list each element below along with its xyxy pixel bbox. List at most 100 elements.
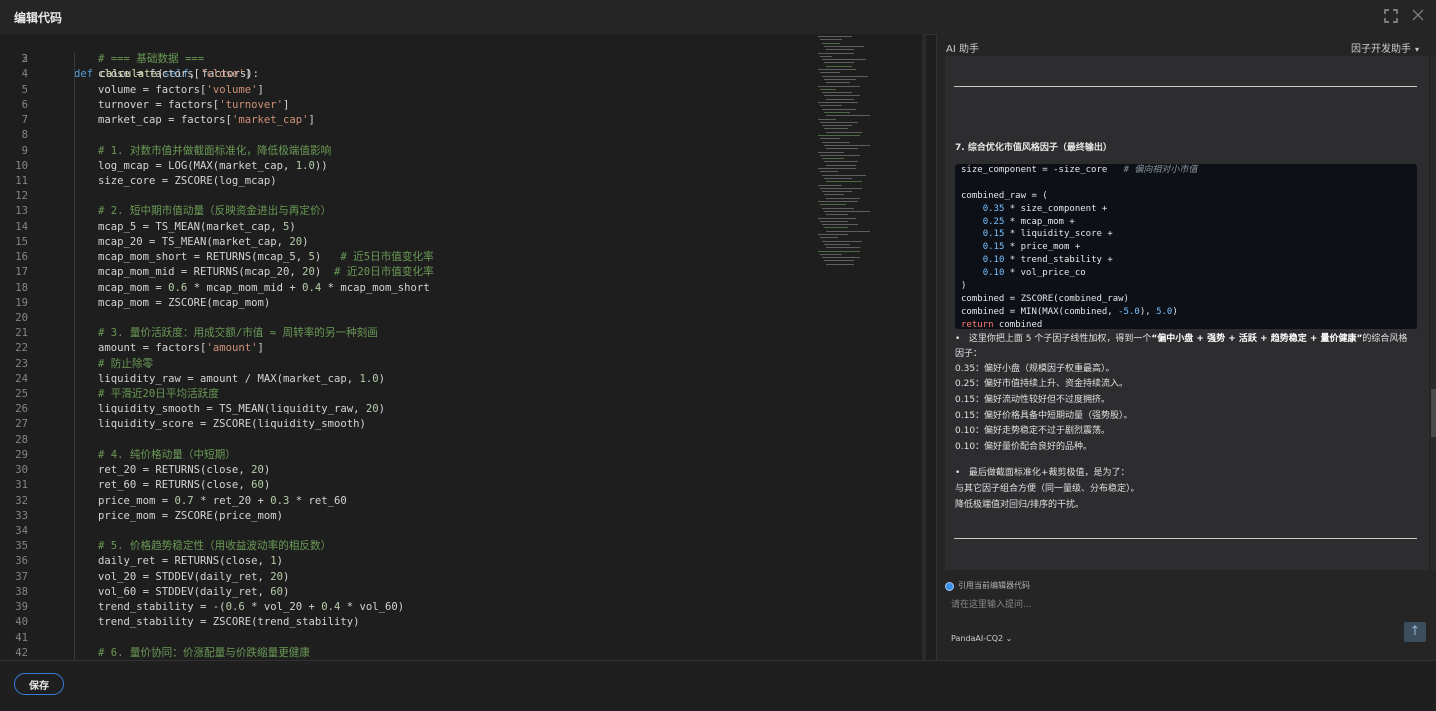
- code-token: vol_60 = STDDEV(daily_ret,: [98, 585, 271, 598]
- reference-toggle[interactable]: [945, 582, 954, 591]
- chat-messages[interactable]: 7. 综合优化市值风格因子（最终输出） size_component = -si…: [945, 56, 1429, 570]
- code-minimap[interactable]: [812, 34, 922, 265]
- reason-item: 与其它因子组合方便（同一量级、分布稳定）。: [955, 484, 1140, 494]
- code-editor[interactable]: 2 def calculate(self, factors): 3 # === 基…: [0, 34, 926, 660]
- code-line: 24 liquidity_raw = amount / MAX(market_ca…: [0, 371, 810, 388]
- code-token: mcap_mom_short = RETURNS(mcap_5,: [98, 251, 309, 264]
- code-line: 8: [0, 128, 810, 144]
- minimap-line: [818, 234, 848, 235]
- minimap-line: [826, 247, 860, 249]
- indent-guide: [74, 52, 75, 68]
- code-token: * mcap_mom +: [1004, 216, 1075, 227]
- code-token: ): [282, 585, 290, 598]
- code-line: 3 # === 基础数据 ===: [0, 52, 810, 68]
- chat-input[interactable]: [949, 596, 1393, 614]
- indent-guide: [74, 371, 75, 388]
- line-number: 42: [15, 646, 28, 659]
- line-number: 18: [15, 281, 28, 294]
- code-line: 29 # 4. 纯价格动量（中短期）: [0, 447, 810, 464]
- code-token: # 2. 短中期市值动量（反映资金进出与再定价）: [98, 205, 332, 218]
- indent-guide: [74, 67, 75, 83]
- line-number: 39: [15, 601, 28, 614]
- code-token: 'close': [200, 68, 245, 81]
- code-token: ): [1172, 306, 1178, 317]
- code-token: turnover = factors[: [98, 98, 220, 111]
- close-icon[interactable]: [1412, 9, 1424, 24]
- code-token: ret_20 = RETURNS(close,: [98, 464, 252, 477]
- code-token: price_mom =: [98, 494, 175, 507]
- minimap-line: [820, 105, 842, 107]
- minimap-line: [826, 148, 858, 150]
- code-token: * liquidity_score +: [1004, 229, 1113, 240]
- minimap-line: [826, 197, 860, 199]
- code-text: price_mom = 0.7 * ret_20 + 0.3 * ret_60: [98, 494, 347, 509]
- code-token: 0.10: [982, 255, 1005, 266]
- code-token: * price_mom +: [1004, 242, 1081, 253]
- code-token: ]: [257, 342, 264, 355]
- minimap-line: [824, 260, 854, 262]
- indent-guide: [74, 493, 75, 509]
- minimap-line: [826, 65, 852, 67]
- save-button[interactable]: 保存: [14, 673, 64, 695]
- code-line: 13 # 2. 短中期市值动量（反映资金进出与再定价）: [0, 204, 810, 220]
- code-text: log_mcap = LOG(MAX(market_cap, 1.0)): [98, 159, 328, 174]
- code-block-line: 0.15 * price_mom +: [955, 241, 1417, 254]
- indent-guide: [74, 432, 75, 448]
- assistant-mode-select[interactable]: 因子开发助手 ▾: [1351, 40, 1419, 55]
- chat-scrollbar-thumb[interactable]: [1431, 389, 1436, 437]
- code-line: 36 daily_ret = RETURNS(close, 1): [0, 554, 810, 570]
- code-token: close = factors[: [98, 68, 201, 81]
- minimap-line: [826, 214, 848, 216]
- code-token: combined_raw = (: [961, 190, 1048, 201]
- code-text: # 6. 量价协同：价涨配量与价跌缩量更健康: [98, 646, 310, 660]
- chat-input-area: 引用当前编辑器代码 PandaAI-CQ2 ⌄ ↑: [937, 570, 1436, 660]
- send-button[interactable]: ↑: [1404, 622, 1426, 642]
- code-line: 21 # 3. 量价活跃度：用成交额/市值 ≈ 周转率的另一种刻画: [0, 326, 810, 342]
- code-line: 11 size_core = ZSCORE(log_mcap): [0, 173, 810, 190]
- code-token: * size_component +: [1004, 203, 1108, 214]
- indent-guide: [74, 326, 75, 342]
- model-select[interactable]: PandaAI-CQ2 ⌄: [951, 634, 1012, 643]
- indent-guide: [74, 234, 75, 251]
- divider: [954, 538, 1417, 539]
- minimap-line: [822, 141, 850, 143]
- line-number: 23: [15, 357, 28, 370]
- code-token: price_mom = ZSCORE(price_mom): [98, 509, 283, 522]
- chat-scrollbar[interactable]: [1431, 56, 1436, 570]
- line-number: 14: [15, 220, 28, 233]
- code-token: # 近20日市值变化率: [334, 266, 434, 279]
- code-line: 10 log_mcap = LOG(MAX(market_cap, 1.0)): [0, 158, 810, 174]
- code-text: ret_20 = RETURNS(close, 20): [98, 463, 270, 478]
- minimap-line: [826, 98, 854, 100]
- minimap-line: [826, 82, 850, 84]
- code-lines[interactable]: 2 def calculate(self, factors): 3 # === 基…: [0, 37, 810, 660]
- minimap-line: [822, 59, 866, 61]
- code-text: liquidity_raw = amount / MAX(market_cap,…: [98, 372, 385, 387]
- chevron-down-icon: ⌄: [1003, 634, 1013, 643]
- indent-guide: [74, 508, 75, 524]
- minimap-line: [820, 154, 860, 156]
- expand-icon[interactable]: [1384, 9, 1398, 23]
- reference-label[interactable]: 引用当前编辑器代码: [958, 580, 1030, 591]
- indent-guide: [74, 189, 75, 205]
- code-token: combined = MIN(MAX(combined,: [961, 306, 1119, 317]
- code-line: 14 mcap_5 = TS_MEAN(market_cap, 5): [0, 219, 810, 235]
- code-line: 32 price_mom = 0.7 * ret_20 + 0.3 * ret_6…: [0, 493, 810, 509]
- minimap-line: [824, 177, 852, 179]
- code-block-line: 0.15 * liquidity_score +: [955, 228, 1417, 241]
- code-token: vol_20 = STDDEV(daily_ret,: [98, 570, 271, 583]
- indent-guide: [74, 265, 75, 281]
- code-text: trend_stability = -(0.6 * vol_20 + 0.4 *…: [98, 600, 404, 615]
- editor-scrollbar[interactable]: [922, 34, 925, 660]
- code-token: amount = factors[: [98, 342, 207, 355]
- minimap-line: [818, 135, 860, 136]
- minimap-line: [822, 75, 868, 77]
- minimap-line: [826, 115, 870, 117]
- line-number: 5: [21, 83, 28, 96]
- minimap-line: [822, 92, 852, 94]
- code-token: # 4. 纯价格动量（中短期）: [98, 448, 236, 461]
- line-number: 28: [15, 433, 28, 446]
- code-text: ret_60 = RETURNS(close, 60): [98, 478, 270, 493]
- code-line: 40 trend_stability = ZSCORE(trend_stabili…: [0, 615, 810, 631]
